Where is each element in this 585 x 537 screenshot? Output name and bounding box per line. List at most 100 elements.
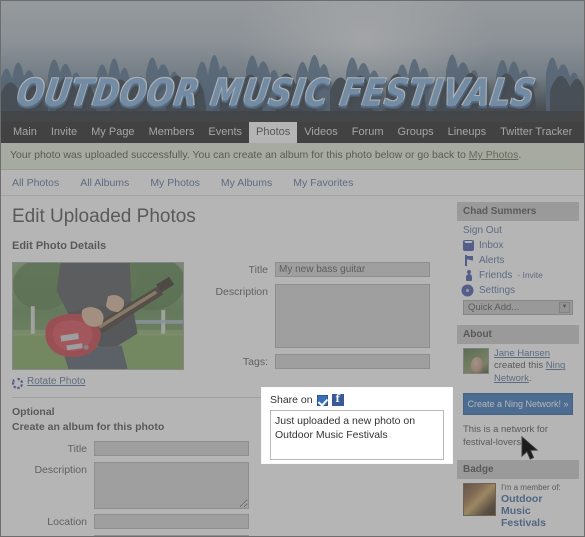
sidebar-user-name: Chad Summers [457, 201, 579, 221]
photo-tags-input[interactable] [275, 353, 430, 369]
page-root: OUTDOOR MUSIC FESTIVALS Main Invite My P… [0, 0, 585, 537]
photo-title-input[interactable] [275, 261, 430, 277]
badge-text: I'm a member of: Outdoor Music Festivals [501, 483, 573, 529]
sidebar-user-box: Chad Summers Sign Out Inbox Alerts Frien… [457, 201, 579, 317]
album-row-location: Location [12, 513, 257, 530]
about-body: Jane Hansen created this Ning Network. C… [457, 344, 579, 452]
quick-add-label: Quick Add... [468, 301, 520, 313]
album-description-label: Description [34, 463, 87, 476]
subtab-my-photos[interactable]: My Photos [150, 177, 200, 189]
sign-out-link[interactable]: Sign Out [463, 225, 573, 236]
create-ning-network-button[interactable]: Create a Ning Network! » [463, 393, 573, 416]
share-on-label: Share on [270, 394, 313, 406]
sidebar-about-box: About Jane Hansen created this Ning Netw… [457, 324, 579, 452]
badge-network-name: Outdoor Music Festivals [501, 492, 546, 529]
rotate-photo-row[interactable]: Rotate Photo [12, 376, 187, 389]
share-message-textarea[interactable] [270, 410, 444, 460]
sidebar-item-settings[interactable]: Settings [463, 285, 573, 296]
badge-body: I'm a member of: Outdoor Music Festivals… [457, 479, 579, 537]
nav-item-invite[interactable]: Invite [44, 122, 84, 143]
mouse-cursor [521, 436, 539, 460]
about-description: This is a network for festival-lovers! [463, 424, 548, 449]
quick-add-select[interactable]: Quick Add... ▼ [463, 299, 573, 315]
subtab-my-favorites[interactable]: My Favorites [293, 177, 353, 189]
site-banner: OUTDOOR MUSIC FESTIVALS [0, 0, 585, 122]
content-area: Edit Uploaded Photos Edit Photo Details [0, 196, 585, 537]
nav-item-photos[interactable]: Photos [249, 122, 298, 143]
facebook-icon[interactable]: f [331, 394, 344, 406]
album-title-input[interactable] [94, 440, 249, 456]
settings-label: Settings [479, 284, 516, 296]
rotate-icon [12, 376, 24, 389]
subtab-all-photos[interactable]: All Photos [12, 177, 59, 189]
photo-detail-row: Rotate Photo Title Description Tags: [12, 261, 445, 389]
sidebar-item-friends[interactable]: Friends - Invite [463, 269, 573, 281]
nav-item-videos[interactable]: Videos [297, 122, 344, 143]
photo-fields: Title Description Tags: [199, 261, 445, 387]
nav-item-events[interactable]: Events [201, 122, 249, 143]
sidebar-item-alerts[interactable]: Alerts [463, 254, 573, 266]
album-description-textarea[interactable] [94, 461, 249, 509]
main-navigation[interactable]: Main Invite My Page Members Events Photo… [0, 122, 585, 143]
chevron-down-icon[interactable]: ▼ [559, 301, 570, 313]
about-heading: About [457, 324, 579, 344]
sidebar-badge-box: Badge I'm a member of: Outdoor Music Fes… [457, 459, 579, 537]
sidebar: Chad Summers Sign Out Inbox Alerts Frien… [455, 196, 585, 537]
gear-icon [463, 285, 474, 296]
person-icon [463, 269, 474, 281]
notice-text-before: Your photo was uploaded successfully. Yo… [10, 149, 469, 161]
about-created-text: created this [494, 360, 546, 372]
creator-name-link[interactable]: Jane Hansen [494, 348, 550, 359]
page-title: Edit Uploaded Photos [12, 205, 196, 227]
inbox-label: Inbox [479, 239, 504, 251]
photo-tags-label: Tags: [242, 355, 268, 368]
about-created-suffix: . [528, 373, 532, 385]
album-fields: Title Description Location Tags [12, 440, 257, 537]
photo-description-textarea[interactable] [275, 283, 430, 348]
sidebar-item-inbox[interactable]: Inbox [463, 239, 573, 251]
site-logo: OUTDOOR MUSIC FESTIVALS [14, 72, 538, 116]
album-row-title: Title [12, 440, 257, 457]
site-logo-text: OUTDOOR MUSIC FESTIVALS [14, 72, 539, 116]
photo-preview-block: Rotate Photo [12, 261, 187, 389]
share-header: Share on f [270, 394, 444, 406]
envelope-icon [463, 239, 474, 251]
friends-invite-link[interactable]: - Invite [517, 270, 543, 280]
nav-item-blogs[interactable]: Blogs [579, 122, 585, 143]
main-column: Edit Uploaded Photos Edit Photo Details [0, 196, 455, 537]
nav-item-my-page[interactable]: My Page [84, 122, 141, 143]
album-row-description: Description [12, 461, 257, 509]
photo-title-label: Title [248, 263, 268, 276]
alerts-label: Alerts [479, 254, 505, 266]
badge-thumbnail [463, 482, 496, 516]
nav-item-forum[interactable]: Forum [345, 122, 391, 143]
rotate-photo-link[interactable]: Rotate Photo [27, 376, 85, 387]
nav-item-groups[interactable]: Groups [391, 122, 441, 143]
notice-my-photos-link[interactable]: My Photos [469, 149, 519, 161]
badge-row: I'm a member of: Outdoor Music Festivals [463, 482, 573, 529]
section-heading-edit-photo-details: Edit Photo Details [12, 239, 107, 252]
notice-text-after: . [518, 149, 522, 161]
nav-item-lineups[interactable]: Lineups [441, 122, 494, 143]
photo-description-label: Description [215, 285, 268, 298]
subtab-all-albums[interactable]: All Albums [80, 177, 129, 189]
share-facebook-checkbox[interactable] [316, 394, 328, 406]
nav-item-main[interactable]: Main [6, 122, 44, 143]
creator-avatar[interactable] [463, 347, 489, 374]
photo-thumbnail[interactable] [12, 261, 184, 370]
share-on-panel[interactable]: Share on f [262, 388, 452, 463]
badge-member-of-label: I'm a member of: [501, 482, 561, 492]
album-location-label: Location [47, 515, 87, 528]
friends-label: Friends [479, 269, 513, 281]
flag-icon [463, 254, 474, 266]
photo-subtabs[interactable]: All Photos All Albums My Photos My Album… [0, 170, 585, 196]
field-row-title: Title [213, 261, 445, 278]
subtab-my-albums[interactable]: My Albums [221, 177, 272, 189]
nav-item-members[interactable]: Members [142, 122, 202, 143]
badge-heading: Badge [457, 459, 579, 479]
nav-item-twitter-tracker[interactable]: Twitter Tracker [493, 122, 579, 143]
sidebar-user-body: Sign Out Inbox Alerts Friends - Invite S… [457, 221, 579, 317]
album-location-input[interactable] [94, 513, 249, 529]
success-notice: Your photo was uploaded successfully. Yo… [0, 143, 585, 170]
field-row-description: Description [213, 283, 445, 348]
